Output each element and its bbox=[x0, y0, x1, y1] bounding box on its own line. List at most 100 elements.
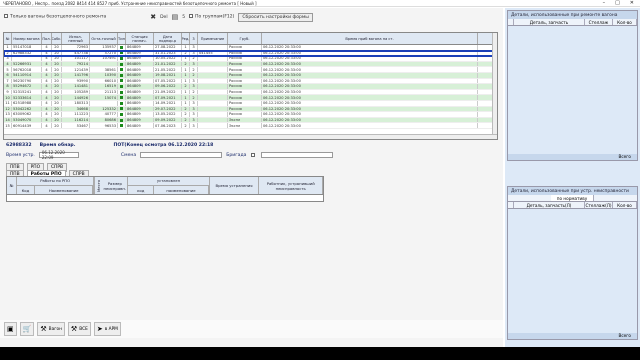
table-cell bbox=[198, 100, 228, 106]
col-mesto: Место bbox=[94, 177, 103, 194]
minimize-icon[interactable]: – bbox=[603, 0, 606, 6]
car-info: 62988332 Время обнар. ПОТ(Конец осмотра … bbox=[6, 143, 496, 148]
grid-header-cell[interactable]: 3 bbox=[190, 33, 198, 44]
cars-grid[interactable]: № Номер вагона Пол. Собс. Испол-ненный Оста-т… bbox=[3, 32, 498, 140]
close-icon[interactable]: ✕ bbox=[630, 0, 634, 6]
table-cell: 6 bbox=[4, 72, 12, 78]
table-cell: Россия bbox=[228, 61, 262, 67]
shift-select[interactable] bbox=[140, 152, 223, 158]
table-cell: 3 bbox=[190, 117, 198, 123]
table-cell: 4 bbox=[42, 123, 52, 128]
table-cell: 3 bbox=[190, 106, 198, 112]
parts-repair-header: Деталь, запчасть Стеллаж Кол-во bbox=[508, 19, 637, 26]
grid-vertical-scrollbar[interactable] bbox=[492, 33, 497, 139]
cart-icon[interactable]: 🛒 bbox=[19, 322, 35, 336]
tools-icon: ⚒ bbox=[40, 324, 47, 333]
table-cell: Россия bbox=[228, 95, 262, 100]
right-pane: Детали, использованные при ремонте вагон… bbox=[505, 8, 640, 347]
grid-header-cell[interactable]: Пол. bbox=[42, 33, 52, 44]
grid-horizontal-scrollbar[interactable] bbox=[4, 134, 497, 139]
table-cell: 16519 bbox=[90, 84, 118, 89]
table-cell: 864809 bbox=[126, 45, 154, 50]
save-icon[interactable]: ▣ bbox=[4, 322, 17, 336]
grid-header-cell[interactable]: Груб. bbox=[228, 33, 262, 44]
table-cell: 2 bbox=[182, 61, 190, 67]
parts-fault-body[interactable] bbox=[508, 209, 637, 333]
grid-header-cell[interactable]: Время приб вагона на ст. bbox=[262, 33, 478, 44]
table-cell: 2 bbox=[190, 56, 198, 61]
table-cell bbox=[198, 84, 228, 89]
table-cell: 38561 bbox=[90, 67, 118, 72]
to-arm-button[interactable]: ➤ в АРМ bbox=[93, 322, 121, 336]
maximize-icon[interactable]: □ bbox=[615, 0, 620, 6]
table-cell: 60914439 bbox=[12, 123, 42, 128]
table-cell: 20 bbox=[52, 61, 62, 67]
col-kod2: код bbox=[128, 186, 155, 194]
col-workers: Работник, устранивший неисправность bbox=[259, 177, 323, 194]
table-cell: 864809 bbox=[126, 78, 154, 84]
table-cell: 4 bbox=[42, 50, 52, 56]
group-checkbox[interactable]: По группам(F12) bbox=[189, 14, 234, 20]
grid-header-cell[interactable]: Испол-ненный bbox=[62, 33, 90, 44]
table-cell: 54110914 bbox=[12, 72, 42, 78]
table-cell: 93990 bbox=[62, 78, 90, 84]
grid-header-cell[interactable]: Станция назнач. bbox=[126, 33, 154, 44]
only-cars-checkbox[interactable]: Только вагоны безотцепочного ремонта bbox=[4, 14, 106, 20]
delete-icon[interactable]: ✖ bbox=[150, 13, 156, 21]
table-cell: 5 bbox=[4, 67, 12, 72]
table-cell: 20 bbox=[52, 72, 62, 78]
table-cell bbox=[198, 95, 228, 100]
status-dot bbox=[120, 96, 123, 100]
table-cell: 2 bbox=[182, 117, 190, 123]
table-cell: 19.08.2021 bbox=[154, 72, 182, 78]
grid-header-cell[interactable]: Оста-точный bbox=[90, 33, 118, 44]
table-cell: 107491 bbox=[90, 56, 118, 61]
car-button[interactable]: ⚒ Вагон bbox=[37, 322, 65, 336]
table-cell: 1 bbox=[182, 89, 190, 95]
table-cell: 135937 bbox=[90, 45, 118, 50]
all-button[interactable]: ⚒ ВСЕ bbox=[67, 322, 91, 336]
table-cell bbox=[198, 45, 228, 50]
table-cell: 144926 bbox=[62, 95, 90, 100]
brigade-input[interactable] bbox=[260, 152, 333, 158]
grid-header-cell[interactable]: Тип bbox=[118, 33, 126, 44]
table-cell: 10 bbox=[4, 95, 12, 100]
table-cell: 864809 bbox=[126, 95, 154, 100]
grid-header-cell[interactable]: Собс. bbox=[52, 33, 62, 44]
table-row[interactable]: 15 60914439 4 20 53467 96533 864809 07.06.2023 2… bbox=[4, 123, 497, 129]
table-cell: 27.08.2022 bbox=[154, 45, 182, 50]
brigade-checkbox[interactable] bbox=[250, 153, 255, 157]
parts-repair-body[interactable] bbox=[508, 26, 637, 154]
table-cell: 116214 bbox=[62, 117, 90, 123]
table-cell: Экспл bbox=[228, 117, 262, 123]
all-button-label: ВСЕ bbox=[79, 326, 88, 332]
col-qty-l: Кол-во bbox=[613, 202, 637, 208]
table-cell: Россия bbox=[228, 50, 262, 56]
grid-header-cell[interactable]: Номер вагона bbox=[12, 33, 42, 44]
table-cell: 13 bbox=[4, 112, 12, 117]
table-cell: 105289 bbox=[62, 89, 90, 95]
grid-header-cell[interactable]: Ред. bbox=[182, 33, 190, 44]
time-input[interactable]: 06.12.2020 22:09 bbox=[38, 150, 79, 160]
table-cell: 1 bbox=[182, 56, 190, 61]
grid-header-cell[interactable]: № bbox=[4, 33, 12, 44]
table-cell: 3 bbox=[190, 123, 198, 128]
table-cell bbox=[198, 56, 228, 61]
group-label: По группам(F12) bbox=[195, 14, 235, 20]
print-icon[interactable]: ▤ bbox=[172, 13, 179, 21]
table-cell: 4 bbox=[42, 56, 52, 61]
only-cars-label: Только вагоны безотцепочного ремонта bbox=[10, 14, 107, 20]
table-cell: 09.09.2022 bbox=[154, 117, 182, 123]
col-time: Время устранения bbox=[210, 177, 260, 194]
grid-header-cell[interactable]: Примечание bbox=[198, 33, 228, 44]
tab-normative[interactable]: по нормативу bbox=[550, 195, 595, 201]
grid-header-cell[interactable]: Дата подпор.р bbox=[154, 33, 182, 44]
status-dot bbox=[120, 124, 123, 128]
table-cell bbox=[118, 117, 126, 123]
table-cell bbox=[12, 56, 42, 61]
works-grid[interactable]: № Работы по РПО Код Наименование Место Ра… bbox=[6, 176, 324, 202]
table-cell: 55147018 bbox=[12, 45, 42, 50]
table-cell: 1 bbox=[182, 67, 190, 72]
reset-button[interactable]: Сбросить настройки формы bbox=[238, 12, 313, 22]
parts-fault-tabbar: по нормативу bbox=[508, 195, 637, 202]
